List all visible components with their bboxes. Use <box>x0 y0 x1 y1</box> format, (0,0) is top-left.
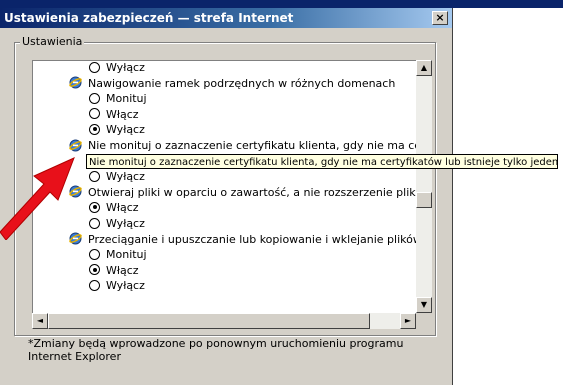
settings-group-label: Ustawienia <box>20 35 85 48</box>
row-label: Wyłącz <box>106 123 145 137</box>
radio-option[interactable]: Monituj <box>89 247 147 263</box>
row-label: Monituj <box>106 248 147 262</box>
restart-note: *Zmiany będą wprowadzone po ponownym uru… <box>28 337 404 363</box>
settings-category[interactable]: Nie monituj o zaznaczenie certyfikatu kl… <box>69 138 417 154</box>
row-label: Nie monituj o zaznaczenie certyfikatu kl… <box>88 139 417 152</box>
radio-option[interactable]: Wyłącz <box>89 169 145 185</box>
background-window-titlebar <box>0 0 563 8</box>
settings-list[interactable]: Wyłącz Nawigowanie ramek podrzędnych w ró… <box>32 60 418 327</box>
scroll-down-button[interactable]: ▼ <box>416 297 432 313</box>
vertical-scrollbar[interactable]: ▲ ▼ <box>416 60 432 313</box>
row-label: Włącz <box>106 201 139 215</box>
window-title: Ustawienia zabezpieczeń — strefa Interne… <box>4 11 294 25</box>
radio-button[interactable] <box>89 61 100 73</box>
scroll-left-button[interactable]: ◄ <box>32 313 48 329</box>
row-label: Wyłącz <box>106 170 145 184</box>
radio-button[interactable] <box>89 201 100 213</box>
row-label: Wyłącz <box>106 279 145 293</box>
row-label: Nawigowanie ramek podrzędnych w różnych … <box>88 76 396 90</box>
radio-option[interactable]: Włącz <box>89 200 139 216</box>
radio-option[interactable]: Włącz <box>89 107 139 123</box>
scrollbar-corner <box>416 313 432 329</box>
close-button[interactable]: × <box>432 11 448 25</box>
radio-button[interactable] <box>89 123 100 135</box>
radio-button[interactable] <box>89 279 100 291</box>
row-label: Monituj <box>106 92 147 106</box>
radio-option[interactable]: Wyłącz <box>89 122 145 138</box>
row-label: Przeciąganie i upuszczanie lub kopiowani… <box>88 232 418 246</box>
radio-option[interactable]: Wyłącz <box>89 278 145 294</box>
scroll-up-button[interactable]: ▲ <box>416 60 432 76</box>
internet-explorer-icon <box>69 76 82 89</box>
scroll-right-button[interactable]: ► <box>400 313 416 329</box>
row-label: Włącz <box>106 107 139 121</box>
tooltip: Nie monituj o zaznaczenie certyfikatu kl… <box>86 154 558 169</box>
radio-button[interactable] <box>89 217 100 229</box>
row-label: Otwieraj pliki w oparciu o zawartość, a … <box>88 185 418 199</box>
radio-button[interactable] <box>89 170 100 182</box>
radio-button[interactable] <box>89 108 100 120</box>
settings-category[interactable]: Przeciąganie i upuszczanie lub kopiowani… <box>69 232 418 248</box>
radio-button[interactable] <box>89 92 100 104</box>
radio-button[interactable] <box>89 248 100 260</box>
radio-option[interactable]: Włącz <box>89 263 139 279</box>
title-bar[interactable]: Ustawienia zabezpieczeń — strefa Interne… <box>0 8 452 28</box>
red-arrow-annotation <box>0 157 75 240</box>
row-label: Włącz <box>106 263 139 277</box>
settings-category[interactable]: Otwieraj pliki w oparciu o zawartość, a … <box>69 185 418 201</box>
radio-option[interactable]: Monituj <box>89 91 147 107</box>
radio-option[interactable]: Wyłącz <box>89 216 145 232</box>
horizontal-scrollbar[interactable]: ◄ ► <box>32 313 416 329</box>
radio-button[interactable] <box>89 264 100 276</box>
horizontal-scroll-thumb[interactable] <box>48 313 370 329</box>
vertical-scroll-thumb[interactable] <box>416 192 432 208</box>
settings-category[interactable]: Nawigowanie ramek podrzędnych w różnych … <box>69 76 395 92</box>
row-label: Wyłącz <box>106 217 145 230</box>
radio-option[interactable]: Wyłącz <box>89 61 145 76</box>
row-label: Wyłącz <box>106 61 145 74</box>
